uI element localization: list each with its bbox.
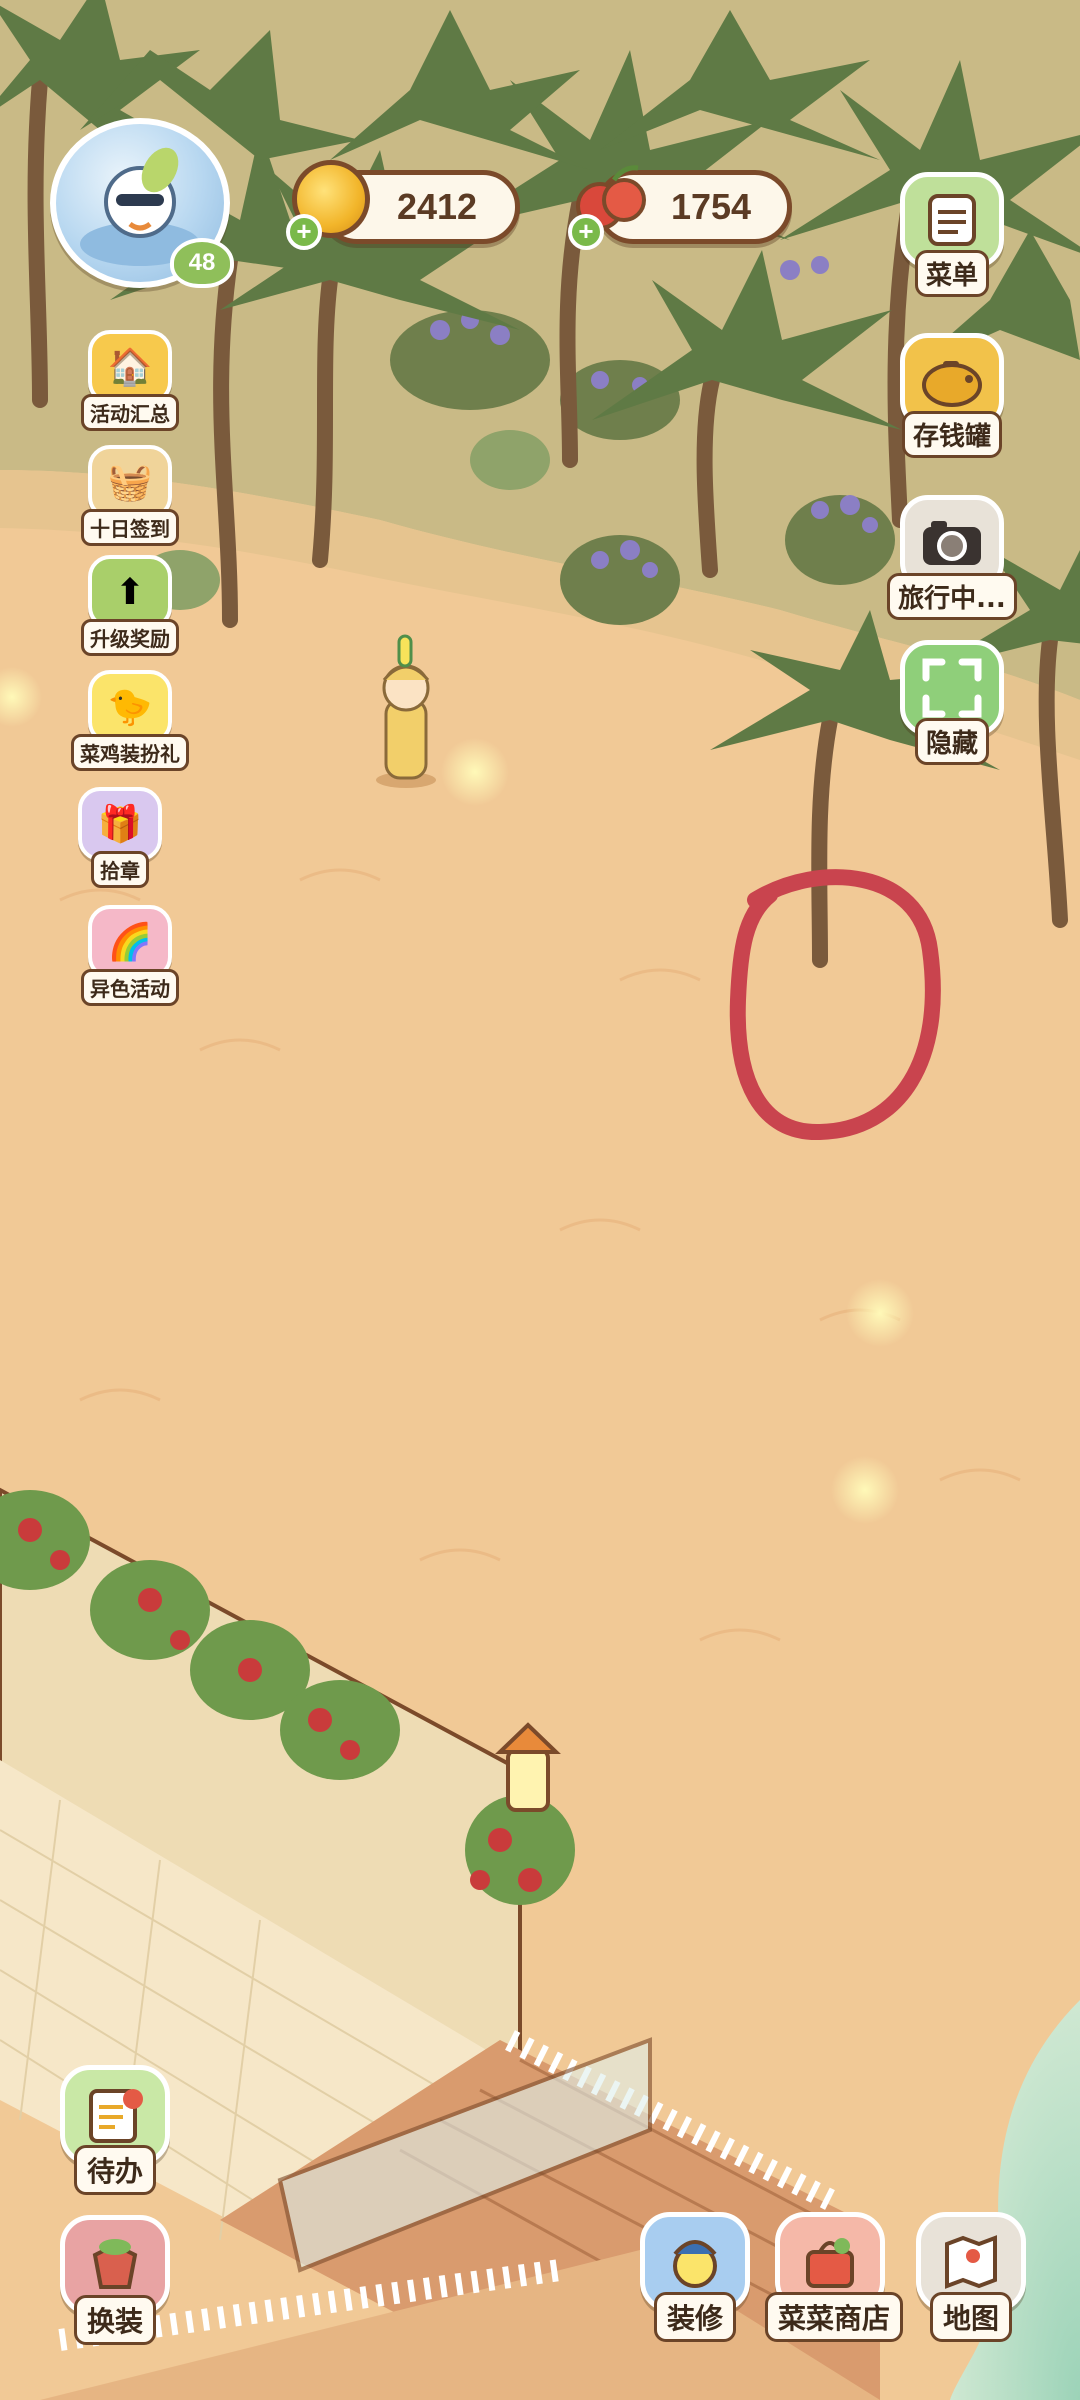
event-summary-button[interactable]: 🏠 活动汇总 [70,330,190,431]
hide-ui-label: 隐藏 [914,718,989,765]
menu-button[interactable]: 菜单 [887,172,1017,297]
map-button[interactable]: 地图 [906,2212,1036,2342]
shop-label: 菜菜商店 [765,2292,904,2342]
duck-outfit-gift-icon: 🐤 [88,670,172,744]
travel-status-label: 旅行中... [887,573,1017,620]
ten-day-checkin-icon: 🧺 [88,445,172,519]
collect-badge-icon: 🎁 [78,787,162,861]
decorate-label: 装修 [653,2292,736,2342]
menu-label: 菜单 [914,250,989,297]
shop-button[interactable]: 菜菜商店 [765,2212,904,2342]
ten-day-checkin-label: 十日签到 [81,509,179,546]
collect-badge-label: 拾章 [91,851,149,888]
event-summary-icon: 🏠 [88,330,172,404]
add-coins-button[interactable]: + [286,214,322,250]
duck-outfit-gift-label: 菜鸡装扮礼 [71,734,189,771]
todo-button[interactable]: 待办 [50,2065,180,2195]
villager-character [376,634,436,788]
event-summary-label: 活动汇总 [81,394,179,431]
piggy-bank-label: 存钱罐 [901,411,1002,458]
color-variant-event-button[interactable]: 🌈 异色活动 [70,905,190,1006]
wardrobe-label: 换装 [73,2295,156,2345]
coin-amount: 2412 [396,186,478,227]
lantern [495,1722,561,1812]
level-reward-icon: ⬆ [88,555,172,629]
add-fruit-button[interactable]: + [568,214,604,250]
fruit-amount: 1754 [670,186,752,227]
travel-status-button[interactable]: 旅行中... [887,495,1017,620]
level-reward-label: 升级奖励 [81,619,179,656]
player-level-badge: 48 [170,238,234,288]
collect-badge-button[interactable]: 🎁 拾章 [60,787,180,888]
hide-ui-button[interactable]: 隐藏 [887,640,1017,765]
decorate-button[interactable]: 装修 [630,2212,760,2342]
duck-outfit-gift-button[interactable]: 🐤 菜鸡装扮礼 [70,670,190,771]
map-label: 地图 [929,2292,1012,2342]
color-variant-event-icon: 🌈 [88,905,172,979]
level-reward-button[interactable]: ⬆ 升级奖励 [70,555,190,656]
color-variant-event-label: 异色活动 [81,969,179,1006]
todo-label: 待办 [73,2145,156,2195]
annotation-circle [729,869,941,1141]
ten-day-checkin-button[interactable]: 🧺 十日签到 [70,445,190,546]
wardrobe-button[interactable]: 换装 [50,2215,180,2345]
piggy-bank-button[interactable]: 存钱罐 [887,333,1017,458]
